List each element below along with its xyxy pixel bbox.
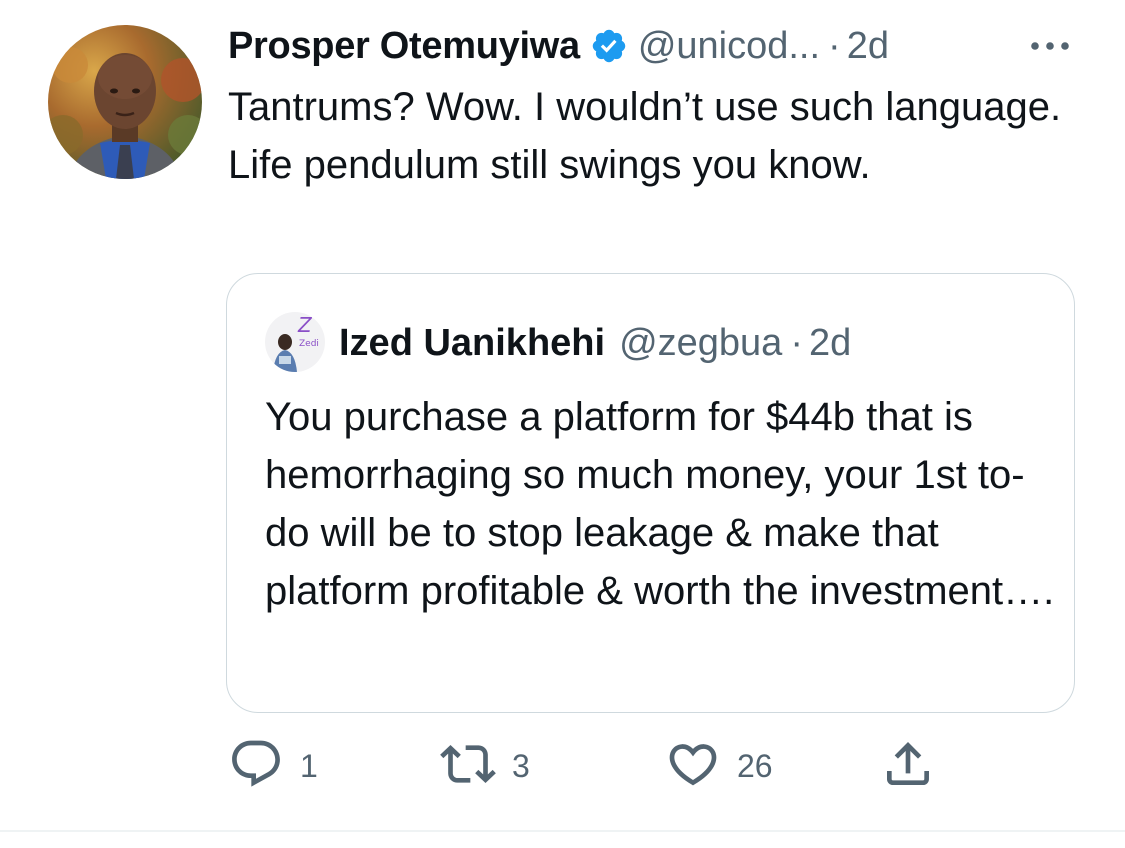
tweet-actions: 1 3 26 [228, 738, 988, 794]
quoted-avatar-label: Zedi [299, 339, 319, 349]
verified-badge-icon [590, 27, 628, 65]
quoted-author-handle[interactable]: @zegbua [619, 322, 782, 365]
retweet-count: 3 [512, 747, 530, 784]
tweet-header: Prosper Otemuyiwa @unicod... · 2d [228, 18, 889, 74]
reply-count: 1 [300, 747, 318, 784]
quoted-avatar-image: Z Zedi [265, 312, 325, 372]
share-icon [880, 736, 936, 797]
reply-icon [228, 736, 284, 797]
author-name[interactable]: Prosper Otemuyiwa [228, 25, 580, 68]
author-handle[interactable]: @unicod... [638, 25, 820, 68]
svg-text:Z: Z [297, 313, 313, 337]
header-separator: · [828, 24, 841, 67]
quoted-author-name[interactable]: Ized Uanikhehi [339, 322, 605, 365]
quoted-tweet-card[interactable]: Z Zedi Ized Uanikhehi @zegbua · 2d You p… [226, 273, 1075, 713]
like-count: 26 [737, 747, 773, 784]
share-button[interactable] [880, 738, 936, 794]
tweet-text: Tantrums? Wow. I wouldn’t use such langu… [228, 85, 1062, 187]
retweet-icon [440, 736, 496, 797]
reply-button[interactable]: 1 [228, 738, 318, 794]
quoted-tweet-text: You purchase a platform for $44b that is… [265, 395, 1055, 613]
more-horizontal-icon[interactable] [1026, 36, 1074, 56]
tweet-divider [0, 830, 1125, 832]
author-avatar-image [48, 25, 202, 179]
like-button[interactable]: 26 [665, 738, 773, 794]
quoted-author-avatar[interactable]: Z Zedi [265, 312, 325, 372]
author-avatar[interactable] [48, 25, 202, 179]
heart-icon [665, 736, 721, 797]
quoted-tweet-header: Ized Uanikhehi @zegbua · 2d [339, 314, 851, 372]
retweet-button[interactable]: 3 [440, 738, 530, 794]
tweet[interactable]: Prosper Otemuyiwa @unicod... · 2d Tantru… [0, 0, 1125, 832]
tweet-timestamp[interactable]: 2d [847, 25, 889, 68]
quoted-header-separator: · [790, 321, 803, 364]
quoted-tweet-timestamp[interactable]: 2d [809, 322, 851, 365]
